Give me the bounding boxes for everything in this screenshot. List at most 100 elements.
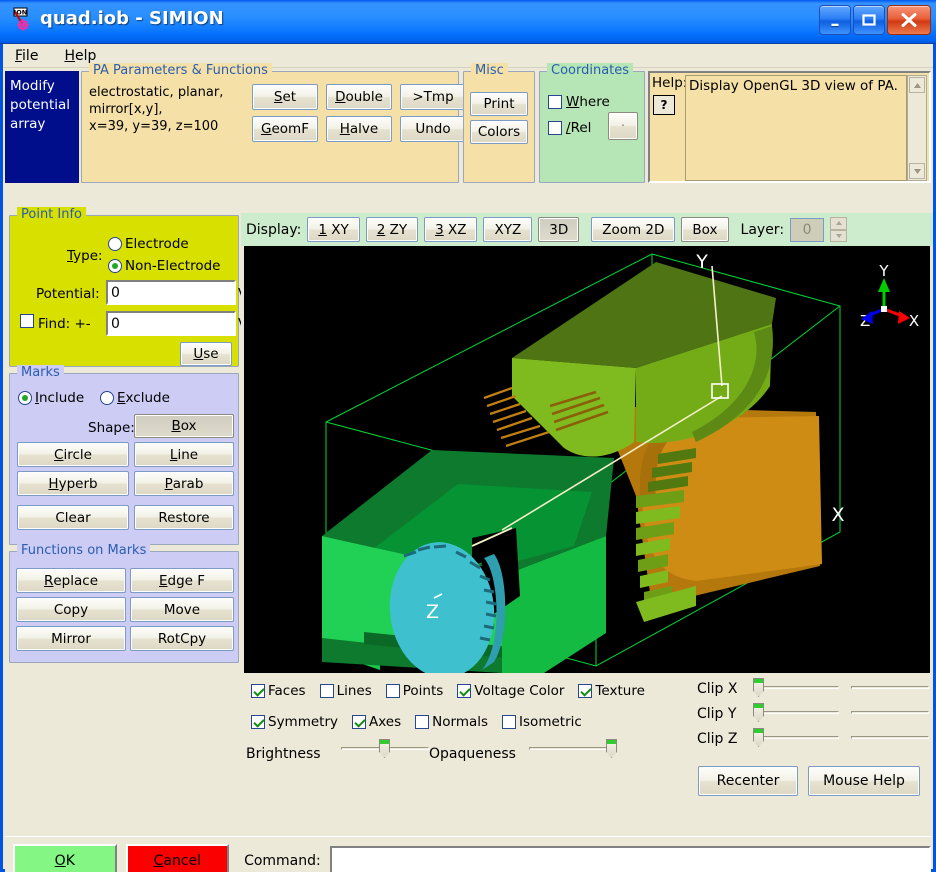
find-input[interactable] xyxy=(106,311,236,336)
clip-x-slider-right[interactable] xyxy=(851,678,929,696)
potential-input[interactable] xyxy=(106,280,236,305)
opengl-3d-viewport[interactable]: Y X Z Y X Z xyxy=(244,246,930,673)
func-move-button[interactable]: Move xyxy=(130,597,234,622)
pa-undo-button[interactable]: Undo xyxy=(400,116,466,142)
display-3xz-button[interactable]: 3 XZ xyxy=(424,217,478,242)
display-box-button[interactable]: Box xyxy=(681,217,729,242)
command-input[interactable] xyxy=(329,845,932,872)
display-xyz-button[interactable]: XYZ xyxy=(483,217,533,242)
clip-y-slider-right[interactable] xyxy=(851,703,929,721)
axes-checkbox[interactable] xyxy=(352,715,366,729)
display-2zy-button[interactable]: 2 ZY xyxy=(365,217,419,242)
find-checkbox[interactable] xyxy=(20,314,34,328)
help-question-button[interactable]: ? xyxy=(653,95,675,115)
marks-line-button[interactable]: Line xyxy=(134,442,234,467)
minimize-button[interactable]: – xyxy=(819,5,851,35)
clip-x-label: Clip X xyxy=(697,681,738,697)
isometric-label: Isometric xyxy=(519,714,582,730)
option-voltage-color[interactable]: Voltage Color xyxy=(457,683,564,699)
clip-z-slider-right[interactable] xyxy=(851,728,929,746)
type-non-electrode-option[interactable]: Non-Electrode xyxy=(108,258,220,274)
faces-checkbox[interactable] xyxy=(251,684,265,698)
clip-y-slider-left[interactable] xyxy=(753,703,839,722)
points-checkbox[interactable] xyxy=(385,684,400,698)
mouse-help-button[interactable]: Mouse Help xyxy=(808,766,920,796)
voltage-color-checkbox[interactable] xyxy=(457,684,472,698)
ion-icon: ION xyxy=(9,6,37,34)
close-button[interactable] xyxy=(887,5,931,35)
option-points[interactable]: Points xyxy=(385,683,443,699)
layer-spinner[interactable] xyxy=(830,217,848,242)
pa-geomf-button[interactable]: GeomF xyxy=(252,116,318,142)
maximize-button[interactable] xyxy=(853,5,885,35)
marks-circle-button[interactable]: Circle xyxy=(17,442,129,467)
option-lines[interactable]: Lines xyxy=(319,683,372,699)
use-button[interactable]: Use xyxy=(180,342,232,366)
pa-halve-button[interactable]: Halve xyxy=(326,116,392,142)
option-faces[interactable]: Faces xyxy=(251,683,306,699)
layer-spin-up-icon[interactable] xyxy=(830,217,848,230)
ok-button[interactable]: OK xyxy=(13,844,117,872)
option-normals[interactable]: Normals xyxy=(415,714,488,730)
clip-x-thumb-left[interactable] xyxy=(753,678,764,697)
where-checkbox[interactable] xyxy=(548,95,562,109)
type-electrode-option[interactable]: Electrode xyxy=(108,236,189,252)
layer-spin-down-icon[interactable] xyxy=(830,229,848,242)
texture-checkbox[interactable] xyxy=(578,684,593,698)
marks-hyperb-button[interactable]: Hyperb xyxy=(17,471,129,496)
layer-value[interactable]: 0 xyxy=(790,217,825,242)
clip-x-slider-left[interactable] xyxy=(753,678,839,697)
func-edgef-button[interactable]: Edge F xyxy=(130,568,234,593)
rel-checkbox-row[interactable]: /Rel xyxy=(548,120,591,136)
pa-double-button[interactable]: Double xyxy=(326,84,392,110)
print-button[interactable]: Print xyxy=(470,92,528,116)
clip-z-thumb-left[interactable] xyxy=(753,728,764,747)
pa-set-button[interactable]: Set xyxy=(252,84,318,110)
cancel-button[interactable]: Cancel xyxy=(125,844,230,872)
option-texture[interactable]: Texture xyxy=(578,683,645,699)
symmetry-checkbox[interactable] xyxy=(251,715,265,729)
normals-label: Normals xyxy=(432,714,489,730)
func-replace-button[interactable]: Replace xyxy=(16,568,126,593)
shape-box-button[interactable]: Box xyxy=(134,414,234,438)
option-axes[interactable]: Axes xyxy=(352,714,401,730)
option-isometric[interactable]: Isometric xyxy=(502,714,582,730)
exclude-radio[interactable] xyxy=(100,391,114,405)
pa-totmp-button[interactable]: >Tmp xyxy=(400,84,466,110)
display-1xy-button[interactable]: 1 XY xyxy=(307,217,360,242)
marks-exclude-option[interactable]: Exclude xyxy=(100,390,170,406)
functions-legend: Functions on Marks xyxy=(17,543,151,558)
option-symmetry[interactable]: Symmetry xyxy=(251,714,338,730)
coord-dot-button[interactable]: · xyxy=(608,112,638,140)
clip-z-slider-left[interactable] xyxy=(753,728,839,747)
recenter-button[interactable]: Recenter xyxy=(698,766,798,796)
func-copy-button[interactable]: Copy xyxy=(16,597,126,622)
marks-parab-button[interactable]: Parab xyxy=(134,471,234,496)
opaqueness-thumb[interactable] xyxy=(606,739,617,758)
clip-y-thumb-left[interactable] xyxy=(753,703,764,722)
electrode-radio[interactable] xyxy=(108,237,122,251)
non-electrode-radio[interactable] xyxy=(108,259,122,273)
help-scrollbar[interactable] xyxy=(907,75,927,181)
isometric-checkbox[interactable] xyxy=(502,715,517,729)
normals-checkbox[interactable] xyxy=(415,715,430,729)
display-3d-button[interactable]: 3D xyxy=(538,217,580,242)
colors-button[interactable]: Colors xyxy=(470,120,528,144)
where-checkbox-row[interactable]: Where xyxy=(548,94,610,110)
func-mirror-button[interactable]: Mirror xyxy=(16,626,126,651)
right-column: Display: 1 XY 2 ZY 3 XZ XYZ 3D Zoom 2D B… xyxy=(241,213,933,833)
scroll-down-icon[interactable] xyxy=(909,163,925,179)
include-radio[interactable] xyxy=(18,391,32,405)
display-zoom2d-button[interactable]: Zoom 2D xyxy=(591,217,676,242)
brightness-thumb[interactable] xyxy=(379,739,390,758)
menu-file[interactable]: FFileile xyxy=(11,46,42,66)
rel-checkbox[interactable] xyxy=(548,121,562,135)
marks-clear-button[interactable]: Clear xyxy=(17,505,129,530)
lines-checkbox[interactable] xyxy=(319,684,334,698)
marks-restore-button[interactable]: Restore xyxy=(134,505,234,530)
scroll-up-icon[interactable] xyxy=(909,77,925,93)
marks-include-option[interactable]: Include xyxy=(18,390,84,406)
func-rotcpy-button[interactable]: RotCpy xyxy=(130,626,234,651)
opaqueness-slider[interactable] xyxy=(529,739,617,758)
brightness-slider[interactable] xyxy=(341,739,429,758)
